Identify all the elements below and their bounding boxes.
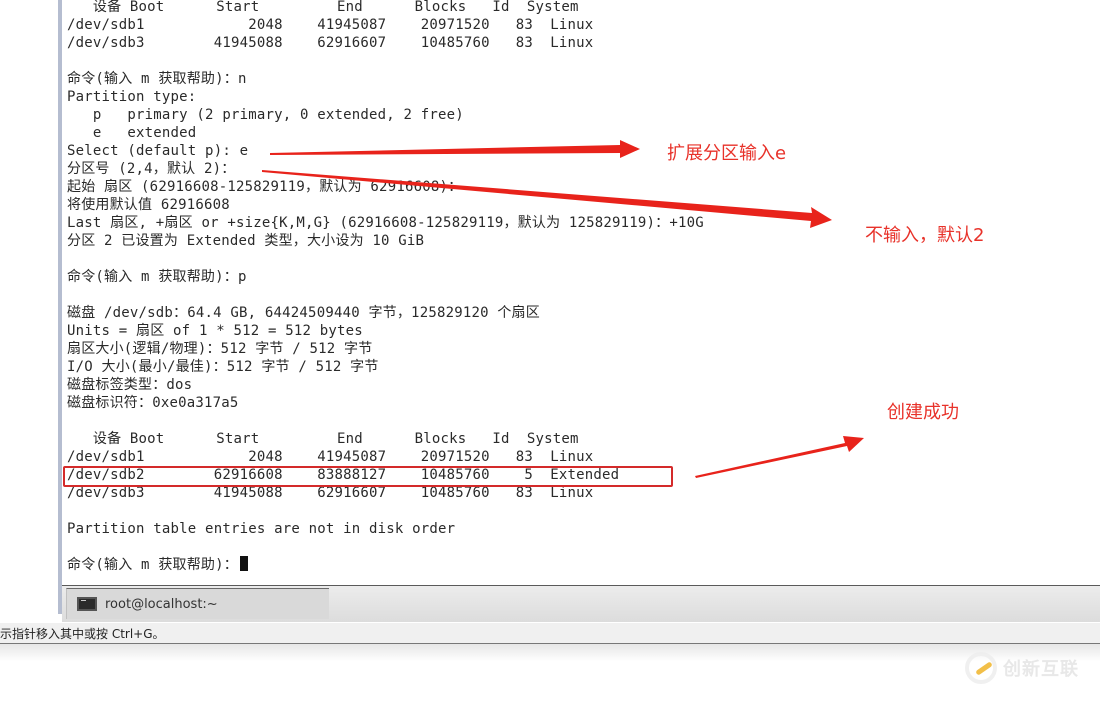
annotation-default-two: 不输入，默认2 — [865, 225, 985, 246]
status-bar: 示指针移入其中或按 Ctrl+G。 — [0, 622, 1100, 645]
terminal-icon — [77, 597, 97, 611]
text-cursor — [239, 556, 248, 571]
terminal-line: Last 扇区, +扇区 or +size{K,M,G} (62916608-1… — [67, 215, 704, 231]
terminal-line: 命令(输入 m 获取帮助)：n — [67, 71, 247, 87]
terminal-window[interactable]: 设备 Boot Start End Blocks Id System/dev/s… — [62, 0, 1100, 584]
watermark-logo-icon — [965, 652, 997, 684]
taskbar-item-label: root@localhost:~ — [105, 596, 218, 612]
terminal-line: /dev/sdb1 2048 41945087 20971520 83 Linu… — [67, 17, 594, 33]
terminal-line: p primary (2 primary, 0 extended, 2 free… — [67, 107, 464, 123]
watermark-text: 创新互联 — [1003, 659, 1079, 680]
terminal-line: 磁盘标签类型：dos — [67, 377, 193, 393]
terminal-line: 磁盘 /dev/sdb：64.4 GB, 64424509440 字节，1258… — [67, 305, 540, 321]
watermark: 创新互联 — [965, 652, 1079, 684]
terminal-line: 将使用默认值 62916608 — [67, 197, 230, 213]
taskbar-item-terminal[interactable]: root@localhost:~ — [66, 588, 329, 619]
terminal-prompt-text: 命令(输入 m 获取帮助)： — [67, 557, 238, 573]
terminal-line: 设备 Boot Start End Blocks Id System — [67, 431, 579, 447]
terminal-line: 磁盘标识符：0xe0a317a5 — [67, 395, 239, 411]
terminal-line: 扇区大小(逻辑/物理)：512 字节 / 512 字节 — [67, 341, 373, 357]
terminal-line: 设备 Boot Start End Blocks Id System — [67, 0, 579, 15]
status-text: 示指针移入其中或按 Ctrl+G。 — [0, 627, 165, 641]
terminal-line: I/O 大小(最小/最佳)：512 字节 / 512 字节 — [67, 359, 379, 375]
vm-sidebar-panel — [0, 0, 59, 614]
page-background — [0, 644, 1100, 702]
highlight-sdb2-row — [63, 466, 673, 487]
terminal-line: e extended — [67, 125, 197, 141]
terminal-line: /dev/sdb3 41945088 62916607 10485760 83 … — [67, 35, 594, 51]
terminal-line: 分区 2 已设置为 Extended 类型，大小设为 10 GiB — [67, 233, 425, 249]
annotation-created: 创建成功 — [887, 402, 959, 423]
terminal-line: 分区号 (2,4，默认 2)： — [67, 161, 236, 177]
terminal-line: 命令(输入 m 获取帮助)： — [67, 556, 248, 574]
terminal-line: 命令(输入 m 获取帮助)：p — [67, 269, 247, 285]
taskbar: root@localhost:~ — [62, 585, 1100, 622]
terminal-line: Partition table entries are not in disk … — [67, 521, 456, 537]
annotation-extended-input: 扩展分区输入e — [667, 143, 787, 164]
terminal-line: /dev/sdb1 2048 41945087 20971520 83 Linu… — [67, 449, 594, 465]
terminal-line: 起始 扇区 (62916608-125829119，默认为 62916608)： — [67, 179, 463, 195]
terminal-line: Partition type: — [67, 89, 197, 105]
terminal-line: Select (default p): e — [67, 143, 249, 159]
terminal-line: Units = 扇区 of 1 * 512 = 512 bytes — [67, 323, 363, 339]
